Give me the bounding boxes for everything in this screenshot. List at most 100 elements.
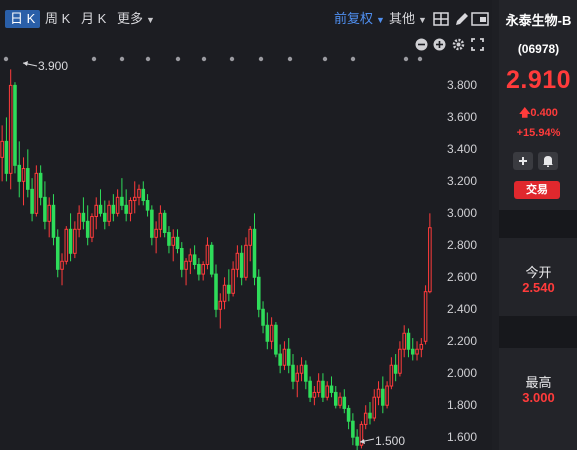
zoom-in-icon[interactable] <box>433 38 446 51</box>
candle-down <box>329 385 334 393</box>
candle-up <box>158 212 163 230</box>
candle-down <box>286 348 291 366</box>
candle-down <box>321 380 325 398</box>
candle-up <box>316 380 321 393</box>
candle-down <box>38 172 43 198</box>
event-dot <box>287 56 293 62</box>
candle-up <box>282 348 287 366</box>
arrow-up-icon: 🡅 <box>519 107 531 119</box>
candle-up <box>188 254 193 262</box>
candle-down <box>150 209 154 238</box>
candle-down <box>351 420 355 438</box>
adjust-label: 前复权 <box>334 11 374 26</box>
candle-down <box>192 254 197 265</box>
candle-up <box>94 204 99 218</box>
candle-down <box>55 236 60 270</box>
chevron-down-icon: ▼ <box>146 14 155 25</box>
price-change-value: 0.400 <box>530 107 558 119</box>
y-tick-label: 2.200 <box>447 334 478 349</box>
candle-up <box>295 372 300 382</box>
fullscreen-icon[interactable] <box>471 38 484 51</box>
tab-more-label: 更多 <box>117 11 144 26</box>
candle-down <box>393 364 398 374</box>
gear-icon[interactable] <box>452 38 465 51</box>
candle-up <box>90 216 94 238</box>
candle-up <box>231 268 235 294</box>
event-dot <box>201 56 207 62</box>
candle-down <box>274 324 278 355</box>
tab-month-k[interactable]: 月 K <box>81 10 106 28</box>
candle-up <box>47 204 51 222</box>
event-dot <box>145 56 151 62</box>
draw-pen-icon[interactable] <box>451 8 471 30</box>
y-tick-label: 3.800 <box>447 78 478 93</box>
candle-up <box>73 228 77 254</box>
stock-code: (06978) <box>517 42 560 56</box>
candle-down <box>368 412 372 419</box>
candle-up <box>64 228 69 262</box>
chart-toolbar: 日 K 周 K 月 K 更多 ▼ 前复权 ▼ 其他 ▼ <box>0 0 492 34</box>
y-tick-label: 3.000 <box>447 206 478 221</box>
candlestick-chart[interactable] <box>0 63 440 450</box>
candle-up <box>248 228 253 246</box>
chevron-down-icon: ▼ <box>376 14 385 25</box>
candle-up <box>363 412 368 425</box>
chart-settings-icon[interactable] <box>470 8 490 30</box>
candle-down <box>239 252 244 278</box>
day-high-value: 3.000 <box>522 390 555 405</box>
tab-more[interactable]: 更多 ▼ <box>117 10 155 28</box>
open-label: 今开 <box>525 265 552 280</box>
candle-up <box>244 244 248 278</box>
event-dot <box>417 56 423 62</box>
price-alert-button[interactable] <box>538 152 558 170</box>
candle-down <box>209 244 214 275</box>
candle-up <box>402 332 406 350</box>
trade-button[interactable]: 交易 <box>514 181 560 199</box>
candle-up <box>325 385 329 398</box>
other-select[interactable]: 其他 ▼ <box>389 10 427 28</box>
event-dot <box>350 56 356 62</box>
candle-up <box>137 188 141 198</box>
candle-up <box>115 196 120 214</box>
add-watchlist-button[interactable] <box>513 152 533 170</box>
candle-up <box>423 291 428 342</box>
candle-down <box>261 308 265 326</box>
y-tick-label: 2.600 <box>447 270 478 285</box>
tab-week-k[interactable]: 周 K <box>45 10 70 28</box>
adjust-select[interactable]: 前复权 ▼ <box>334 10 385 28</box>
candle-up <box>235 252 240 270</box>
zoom-out-icon[interactable] <box>415 38 428 51</box>
candle-down <box>227 284 231 294</box>
candle-up <box>154 228 158 238</box>
candle-down <box>179 248 184 270</box>
event-dot <box>229 56 235 62</box>
candle-up <box>60 260 64 270</box>
candle-down <box>162 212 167 234</box>
candle-up <box>398 348 402 374</box>
candle-down <box>43 196 47 222</box>
candle-up <box>389 364 394 387</box>
candle-up <box>34 172 39 214</box>
candle-up <box>376 388 381 398</box>
candle-down <box>252 228 257 278</box>
candle-down <box>51 204 56 238</box>
layout-grid-icon[interactable] <box>431 8 451 30</box>
candle-down <box>124 204 128 214</box>
candle-down <box>333 391 338 406</box>
candle-up <box>372 396 377 419</box>
y-tick-label: 3.200 <box>447 174 478 189</box>
y-tick-label: 2.000 <box>447 366 478 381</box>
candle-down <box>381 388 385 406</box>
tab-day-k[interactable]: 日 K <box>5 10 41 28</box>
candle-up <box>299 364 304 374</box>
candle-down <box>111 204 116 214</box>
candle-down <box>410 348 415 355</box>
candle-down <box>308 380 312 398</box>
day-high-label: 最高 <box>525 375 552 390</box>
candle-up <box>107 204 111 222</box>
candle-up <box>428 227 432 293</box>
candle-down <box>346 407 351 422</box>
candle-down <box>256 276 261 310</box>
candle-down <box>85 220 90 238</box>
other-label: 其他 <box>389 11 416 26</box>
